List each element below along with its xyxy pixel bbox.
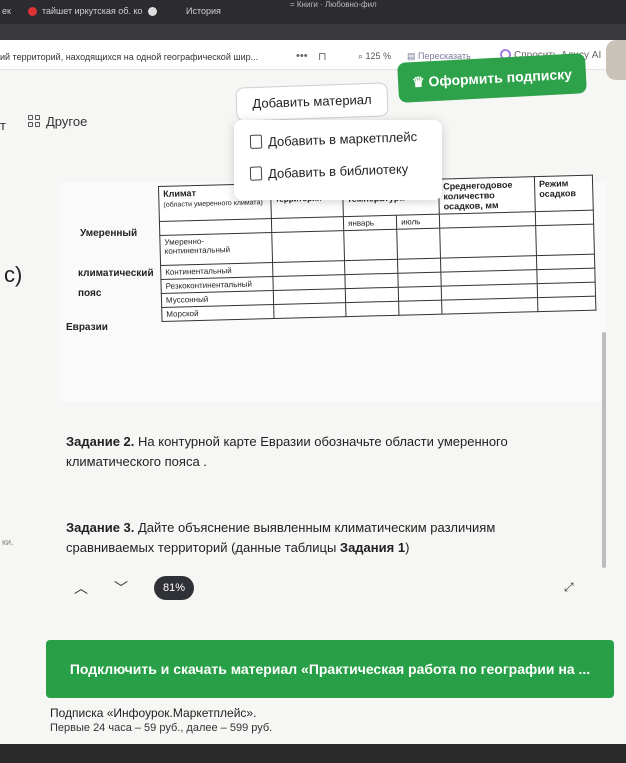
subscription-title: Подписка «Инфоурок.Маркетплейс». (50, 706, 257, 720)
table-cell (343, 229, 398, 261)
table-cell (398, 272, 442, 288)
record-icon (148, 7, 157, 16)
table-cell (536, 268, 596, 284)
left-label-1: Умеренный (80, 228, 138, 239)
scroll-percent-badge: 81% (154, 576, 194, 600)
more-icon[interactable]: ••• (296, 50, 308, 62)
table-cell (344, 259, 399, 275)
tab-1[interactable]: ек (2, 6, 11, 16)
page-up-button[interactable]: ︿ (66, 574, 96, 602)
zoom-value: 125 % (365, 51, 392, 61)
subscribe-button[interactable]: ♛ Оформить подписку (397, 53, 587, 103)
left-label-2: климатический (78, 268, 154, 279)
side-fragment: ки. (2, 537, 14, 547)
add-to-library-item[interactable]: Добавить в библиотеку (249, 161, 409, 182)
download-material-button[interactable]: Подключить и скачать материал «Практичес… (46, 640, 614, 698)
nav-other[interactable]: Другое (28, 114, 87, 129)
table-cell (271, 230, 345, 263)
scrollbar[interactable] (602, 332, 606, 568)
bookmark-icon[interactable]: ⊓ (318, 50, 327, 63)
zoom-level[interactable]: ⌕ 125 % (358, 51, 391, 62)
table-cell (273, 302, 346, 319)
row-label: Умеренно-континентальный (159, 232, 273, 266)
subscribe-label: Оформить подписку (428, 65, 573, 90)
header-january: январь (343, 215, 397, 231)
table-cell (441, 297, 538, 315)
table-cell (535, 210, 594, 226)
add-material-dropdown: Добавить в маркетплейс Добавить в библио… (234, 120, 442, 200)
grid-icon (28, 115, 40, 127)
tab-2[interactable]: тайшет иркутская об. ко (42, 6, 142, 16)
subscription-price: Первые 24 часа – 59 руб., далее – 599 ру… (50, 722, 273, 734)
table-cell (345, 301, 400, 317)
header-regime: Режим осадков (534, 175, 594, 212)
address-row (0, 24, 626, 40)
task-3-ref: Задания 1 (339, 540, 406, 555)
table-cell (537, 282, 596, 298)
nav-other-label: Другое (46, 114, 88, 129)
table-cell (396, 228, 441, 260)
task-3-title: Задание 3. (66, 520, 135, 535)
table-cell (398, 286, 442, 302)
fullscreen-icon[interactable]: ⤢ (564, 580, 574, 595)
avatar[interactable] (606, 40, 626, 80)
table-cell (397, 258, 441, 274)
task-2-line-2: климатического пояса . (66, 454, 207, 469)
task-3-text: Задание 3. Дайте объяснение выявленным к… (66, 518, 495, 558)
chevron-down-icon: ﹀ (114, 580, 128, 596)
row-label: Морской (161, 304, 275, 322)
page-address-text[interactable]: ий территорий, находящихся на одной геог… (0, 52, 258, 62)
marketplace-label: Добавить в маркетплейс (267, 129, 418, 150)
library-icon (249, 166, 263, 181)
bottom-edge (0, 744, 626, 763)
table-cell (398, 300, 442, 316)
task-3-line-1: Дайте объяснение выявленным климатически… (134, 520, 496, 535)
table-cell (537, 296, 596, 312)
item-label: с) (4, 262, 23, 287)
header-july: июль (396, 214, 440, 230)
add-to-marketplace-item[interactable]: Добавить в маркетплейс (249, 129, 418, 150)
header-precipitation: Среднегодовое количество осадков, мм (438, 176, 536, 215)
marketplace-icon (249, 134, 263, 149)
nav-fragment[interactable]: т (0, 118, 6, 133)
left-label-4: Евразии (66, 322, 108, 333)
task-2-line-1: На контурной карте Евразии обозначьте об… (134, 434, 508, 449)
tab-favicon-icon (28, 7, 37, 16)
table-cell (536, 254, 595, 270)
library-label: Добавить в библиотеку (267, 161, 409, 182)
table-cell (344, 273, 399, 289)
task-3-line-2: сравниваемых территорий (данные таблицы (66, 540, 340, 555)
system-bar-text: = Книги · Любовно-фил (290, 0, 377, 9)
header-climate-note: (области умеренного климата) (163, 199, 263, 209)
task-3-end: ) (405, 540, 410, 555)
task-2-text: Задание 2. На контурной карте Евразии об… (66, 432, 508, 472)
task-2-title: Задание 2. (66, 434, 135, 449)
add-material-button[interactable]: Добавить материал (235, 82, 389, 122)
table-cell (535, 224, 595, 256)
table-cell (345, 287, 399, 303)
chevron-up-icon: ︿ (74, 580, 88, 596)
tab-history[interactable]: История (186, 6, 221, 16)
left-label-3: пояс (78, 288, 102, 299)
page-down-button[interactable]: ﹀ (106, 574, 136, 602)
header-climate-label: Климат (163, 188, 197, 199)
table-cell (439, 225, 537, 259)
browser-tab-bar: ек тайшет иркутская об. ко История = Кни… (0, 0, 626, 24)
